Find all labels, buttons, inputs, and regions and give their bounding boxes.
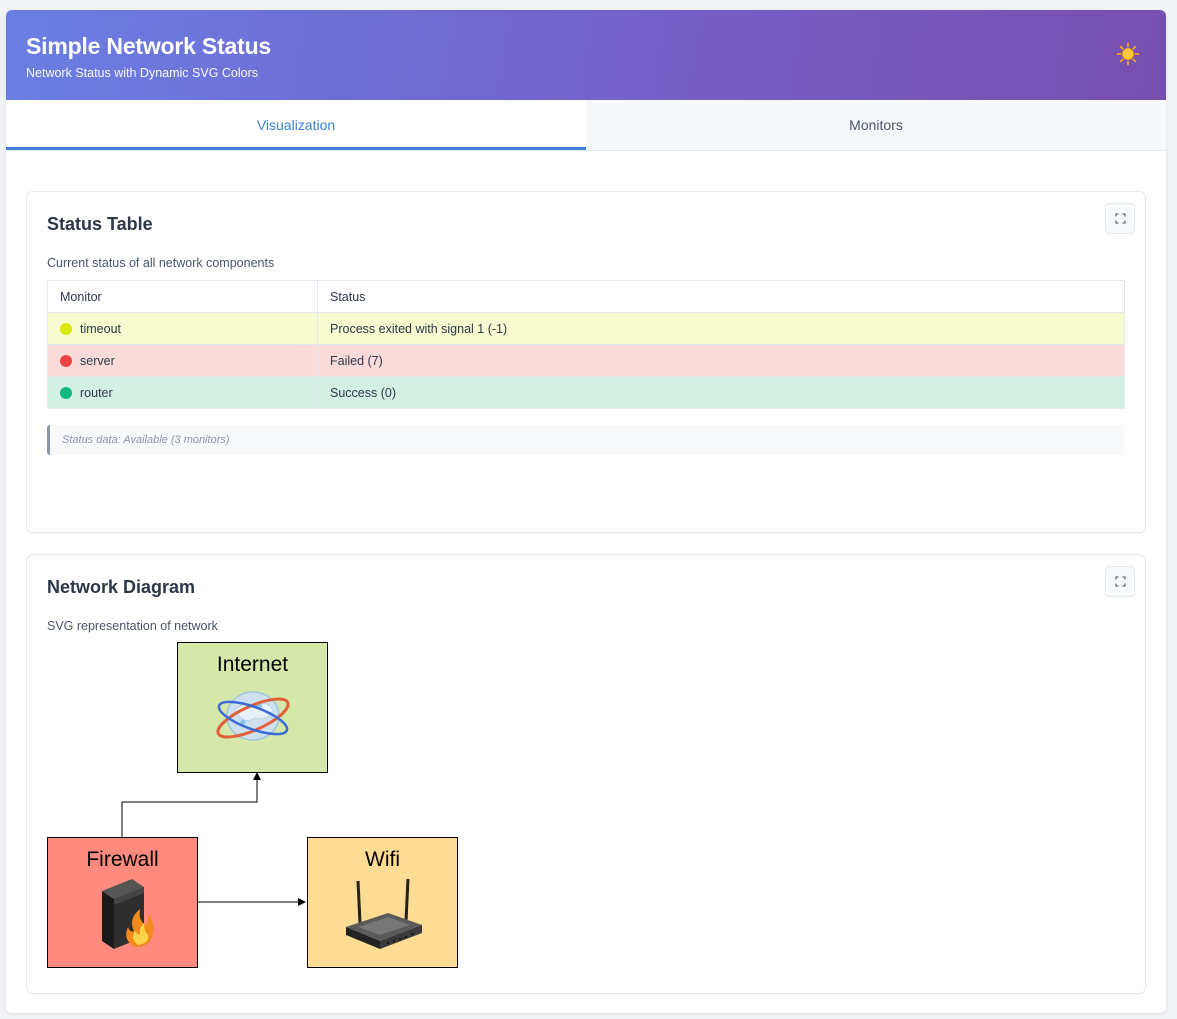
firewall-node-label: Firewall	[86, 848, 159, 871]
router-icon	[345, 878, 422, 949]
status-table: Monitor Status timeout Process exited wi…	[47, 280, 1125, 409]
fullscreen-icon	[1114, 213, 1126, 224]
status-cell: Success (0)	[317, 376, 1125, 409]
sun-icon[interactable]	[1116, 42, 1140, 66]
app-title: Simple Network Status	[26, 33, 272, 59]
app-window: Simple Network Status Network Status wit…	[6, 10, 1166, 1013]
status-table-card: Status Table Current status of all netwo…	[26, 191, 1146, 533]
network-diagram-title: Network Diagram	[47, 577, 196, 597]
wifi-node-label: Wifi	[365, 848, 400, 871]
internet-node-label: Internet	[216, 653, 289, 676]
table-row: timeout Process exited with signal 1 (-1…	[47, 312, 1125, 345]
column-header-monitor: Monitor	[47, 280, 318, 313]
monitor-cell: router	[47, 376, 318, 409]
table-header-row: Monitor Status	[47, 280, 1125, 313]
status-cell: Process exited with signal 1 (-1)	[317, 312, 1125, 345]
tab-bar: Visualization Monitors	[6, 100, 1166, 151]
monitor-name: server	[80, 353, 115, 368]
network-diagram-description: SVG representation of network	[47, 619, 218, 633]
monitor-cell: timeout	[47, 312, 318, 345]
fullscreen-icon	[1114, 576, 1126, 587]
expand-network-diagram-button[interactable]	[1105, 566, 1135, 597]
status-dot	[60, 386, 72, 399]
expand-status-table-button[interactable]	[1105, 203, 1135, 234]
status-table-description: Current status of all network components	[47, 256, 275, 270]
app-header: Simple Network Status Network Status wit…	[6, 10, 1166, 100]
table-row: router Success (0)	[47, 376, 1125, 409]
tab-visualization[interactable]: Visualization	[6, 100, 586, 150]
status-data-note: Status data: Available (3 monitors)	[47, 425, 1125, 455]
main-content: Status Table Current status of all netwo…	[6, 151, 1166, 994]
table-row: server Failed (7)	[47, 344, 1125, 377]
firewall-icon	[101, 879, 154, 949]
tab-monitors[interactable]: Monitors	[586, 100, 1166, 150]
status-dot	[60, 354, 72, 367]
network-diagram-card: Network Diagram SVG representation of ne…	[26, 554, 1146, 994]
network-diagram: Internet Firewall Wifi	[46, 642, 1144, 982]
status-cell: Failed (7)	[317, 344, 1125, 377]
status-dot	[60, 322, 72, 335]
wifi-node[interactable]: Wifi	[307, 837, 458, 968]
app-subtitle: Network Status with Dynamic SVG Colors	[26, 66, 259, 80]
monitor-name: timeout	[80, 321, 121, 336]
globe-icon	[215, 691, 290, 741]
firewall-to-internet-connection	[121, 772, 261, 837]
internet-node[interactable]: Internet	[177, 642, 328, 773]
status-table-title: Status Table	[47, 214, 153, 234]
monitor-name: router	[80, 385, 113, 400]
monitor-cell: server	[47, 344, 318, 377]
firewall-node[interactable]: Firewall	[47, 837, 198, 968]
column-header-status: Status	[317, 280, 1125, 313]
